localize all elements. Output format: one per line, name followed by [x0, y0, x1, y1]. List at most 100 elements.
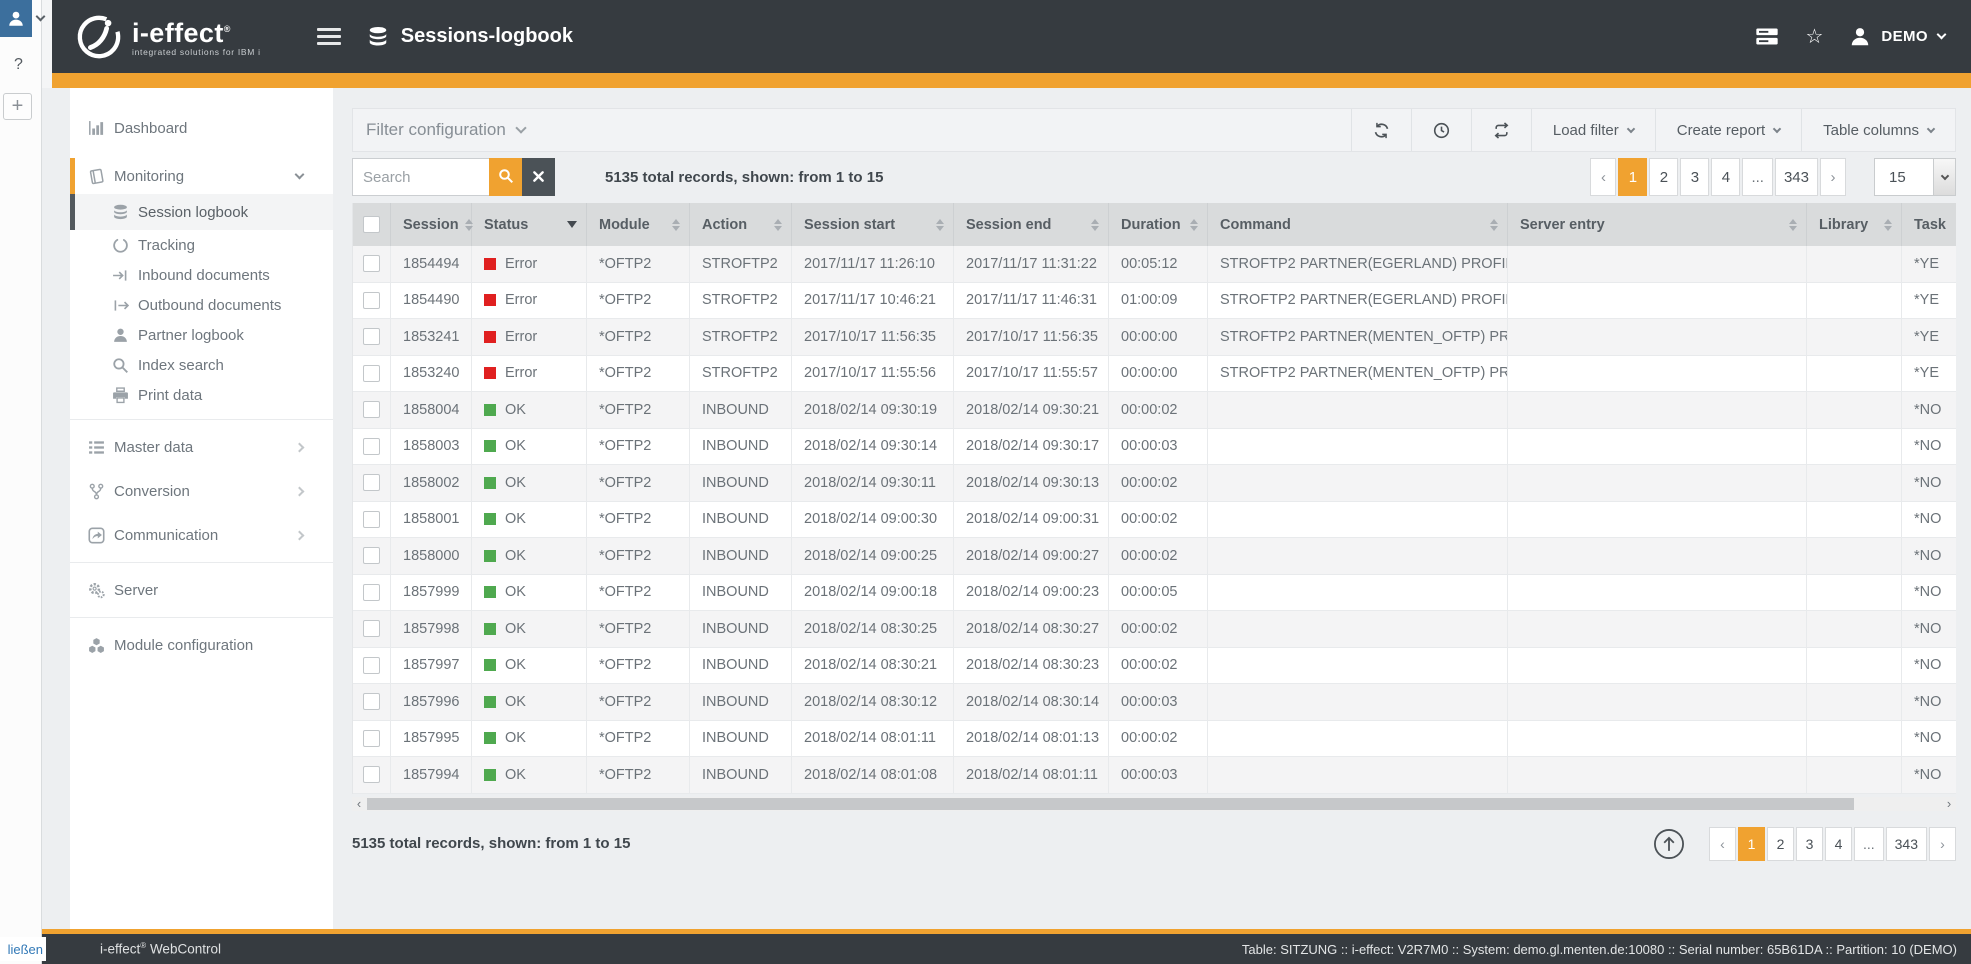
- favorites-star-icon[interactable]: ☆: [1805, 27, 1823, 47]
- page-button-2[interactable]: 2: [1649, 158, 1678, 196]
- row-checkbox[interactable]: [363, 693, 380, 710]
- column-header-session_end[interactable]: Session end: [954, 203, 1109, 246]
- table-row[interactable]: 1854490Error*OFTP2STROFTP22017/11/17 10:…: [353, 283, 1956, 320]
- row-checkbox[interactable]: [363, 474, 380, 491]
- sidebar-item-session-logbook[interactable]: Session logbook: [70, 194, 333, 230]
- cell-status: Error: [472, 283, 587, 319]
- clear-search-button[interactable]: [522, 158, 555, 196]
- menu-toggle-icon[interactable]: [317, 28, 341, 45]
- prev-page-button[interactable]: ‹: [1709, 827, 1736, 861]
- table-row[interactable]: 1858002OK*OFTP2INBOUND2018/02/14 09:30:1…: [353, 465, 1956, 502]
- table-row[interactable]: 1857998OK*OFTP2INBOUND2018/02/14 08:30:2…: [353, 611, 1956, 648]
- dock-user-button[interactable]: [0, 0, 48, 37]
- sidebar-item-index-search[interactable]: Index search: [70, 350, 333, 380]
- row-checkbox[interactable]: [363, 438, 380, 455]
- column-header-status[interactable]: Status: [472, 203, 587, 246]
- row-checkbox[interactable]: [363, 657, 380, 674]
- scrollbar-thumb[interactable]: [367, 798, 1854, 810]
- column-header-action[interactable]: Action: [690, 203, 792, 246]
- filter-configuration-toggle[interactable]: Filter configuration: [353, 109, 525, 151]
- row-checkbox[interactable]: [363, 584, 380, 601]
- page-button-343[interactable]: 343: [1886, 827, 1927, 861]
- row-checkbox[interactable]: [363, 365, 380, 382]
- page-button-3[interactable]: 3: [1680, 158, 1709, 196]
- page-button-343[interactable]: 343: [1775, 158, 1818, 196]
- column-header-task[interactable]: Task: [1902, 203, 1956, 246]
- column-header-server_entry[interactable]: Server entry: [1508, 203, 1807, 246]
- next-page-button[interactable]: ›: [1929, 827, 1956, 861]
- page-button-3[interactable]: 3: [1796, 827, 1823, 861]
- column-header-duration[interactable]: Duration: [1109, 203, 1208, 246]
- history-button[interactable]: [1411, 109, 1471, 151]
- sidebar-item-master-data[interactable]: Master data: [70, 429, 333, 465]
- scroll-right-arrow[interactable]: ›: [1942, 797, 1956, 811]
- page-button-2[interactable]: 2: [1767, 827, 1794, 861]
- load-filter-dropdown[interactable]: Load filter: [1531, 109, 1655, 151]
- refresh-button[interactable]: [1351, 109, 1411, 151]
- status-error-icon: [484, 331, 496, 343]
- page-button-4[interactable]: 4: [1825, 827, 1852, 861]
- column-header-session[interactable]: Session: [391, 203, 472, 246]
- horizontal-scrollbar[interactable]: ‹ ›: [352, 797, 1956, 811]
- page-button-1[interactable]: 1: [1618, 158, 1647, 196]
- sidebar-item-partner-logbook[interactable]: Partner logbook: [70, 320, 333, 350]
- sidebar-item-communication[interactable]: Communication: [70, 517, 333, 553]
- server-list-icon[interactable]: [1755, 27, 1779, 46]
- page-button-1[interactable]: 1: [1738, 827, 1765, 861]
- row-checkbox[interactable]: [363, 328, 380, 345]
- search-input[interactable]: [352, 158, 489, 196]
- table-row[interactable]: 1853240Error*OFTP2STROFTP22017/10/17 11:…: [353, 356, 1956, 393]
- row-checkbox[interactable]: [363, 766, 380, 783]
- sidebar-item-dashboard[interactable]: Dashboard: [70, 110, 333, 146]
- table-row[interactable]: 1857997OK*OFTP2INBOUND2018/02/14 08:30:2…: [353, 648, 1956, 685]
- user-name: DEMO: [1881, 28, 1928, 45]
- row-checkbox[interactable]: [363, 511, 380, 528]
- sidebar-item-tracking[interactable]: Tracking: [70, 230, 333, 260]
- table-row[interactable]: 1858001OK*OFTP2INBOUND2018/02/14 09:00:3…: [353, 502, 1956, 539]
- page-button-4[interactable]: 4: [1711, 158, 1740, 196]
- cell-task: *NO: [1902, 648, 1956, 684]
- row-checkbox-cell: [353, 648, 391, 684]
- column-header-command[interactable]: Command: [1208, 203, 1508, 246]
- table-row[interactable]: 1853241Error*OFTP2STROFTP22017/10/17 11:…: [353, 319, 1956, 356]
- sidebar-item-inbound-documents[interactable]: Inbound documents: [70, 260, 333, 290]
- create-report-dropdown[interactable]: Create report: [1655, 109, 1801, 151]
- scroll-left-arrow[interactable]: ‹: [352, 797, 366, 811]
- row-checkbox[interactable]: [363, 401, 380, 418]
- table-row[interactable]: 1857994OK*OFTP2INBOUND2018/02/14 08:01:0…: [353, 757, 1956, 794]
- table-row[interactable]: 1858004OK*OFTP2INBOUND2018/02/14 09:30:1…: [353, 392, 1956, 429]
- cell-library: [1807, 757, 1902, 793]
- table-row[interactable]: 1857995OK*OFTP2INBOUND2018/02/14 08:01:1…: [353, 721, 1956, 758]
- sidebar-item-module-configuration[interactable]: Module configuration: [70, 627, 333, 663]
- auto-reload-button[interactable]: [1471, 109, 1531, 151]
- row-checkbox[interactable]: [363, 620, 380, 637]
- row-checkbox[interactable]: [363, 255, 380, 272]
- prev-page-button[interactable]: ‹: [1590, 158, 1616, 196]
- page-size-select[interactable]: 15: [1874, 158, 1956, 196]
- table-columns-dropdown[interactable]: Table columns: [1801, 109, 1955, 151]
- table-row[interactable]: 1858000OK*OFTP2INBOUND2018/02/14 09:00:2…: [353, 538, 1956, 575]
- sidebar-item-conversion[interactable]: Conversion: [70, 473, 333, 509]
- close-link-partial[interactable]: ließen: [0, 937, 46, 961]
- table-row[interactable]: 1854494Error*OFTP2STROFTP22017/11/17 11:…: [353, 246, 1956, 283]
- select-all-checkbox[interactable]: [363, 216, 380, 233]
- row-checkbox[interactable]: [363, 730, 380, 747]
- sidebar-item-monitoring[interactable]: Monitoring: [70, 158, 333, 194]
- search-button[interactable]: [489, 158, 522, 196]
- column-header-session_start[interactable]: Session start: [792, 203, 954, 246]
- column-header-module[interactable]: Module: [587, 203, 690, 246]
- sidebar-item-server[interactable]: Server: [70, 572, 333, 608]
- column-header-library[interactable]: Library: [1807, 203, 1902, 246]
- table-row[interactable]: 1858003OK*OFTP2INBOUND2018/02/14 09:30:1…: [353, 429, 1956, 466]
- sidebar-item-print-data[interactable]: Print data: [70, 380, 333, 410]
- table-row[interactable]: 1857996OK*OFTP2INBOUND2018/02/14 08:30:1…: [353, 684, 1956, 721]
- table-row[interactable]: 1857999OK*OFTP2INBOUND2018/02/14 09:00:1…: [353, 575, 1956, 612]
- row-checkbox[interactable]: [363, 292, 380, 309]
- sidebar-item-outbound-documents[interactable]: Outbound documents: [70, 290, 333, 320]
- row-checkbox[interactable]: [363, 547, 380, 564]
- scroll-to-top-button[interactable]: [1653, 828, 1685, 860]
- help-button[interactable]: ?: [14, 56, 23, 74]
- next-page-button[interactable]: ›: [1820, 158, 1846, 196]
- add-tab-button[interactable]: +: [3, 93, 32, 120]
- user-menu[interactable]: DEMO: [1849, 26, 1945, 48]
